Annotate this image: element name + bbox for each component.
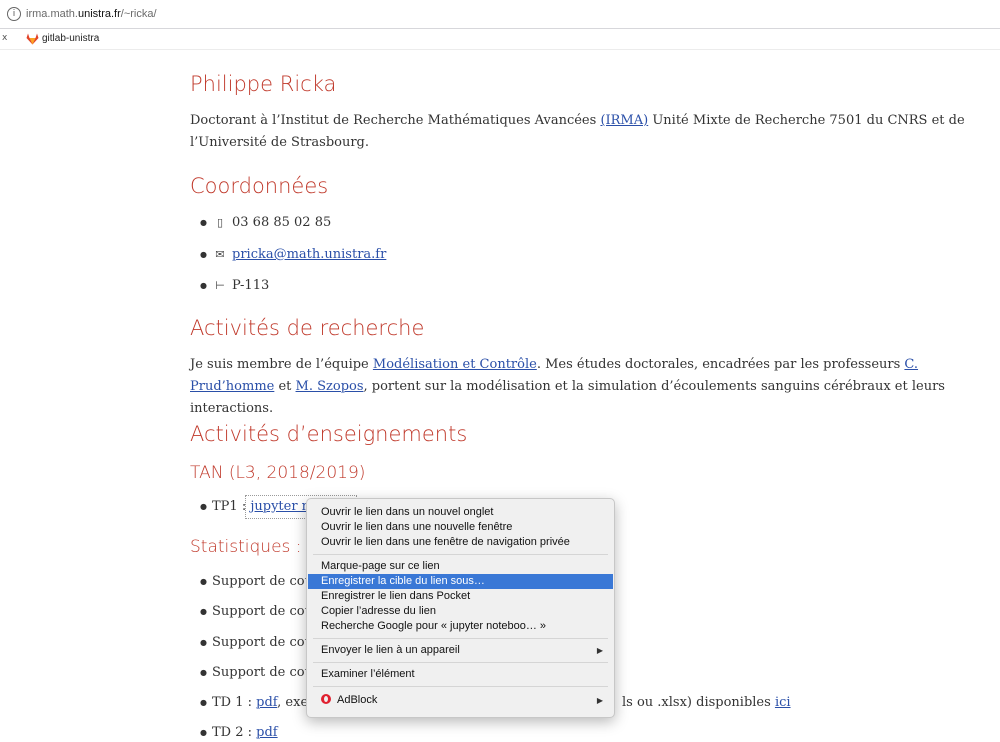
menu-send-to-device[interactable]: Envoyer le lien à un appareil ▶: [308, 643, 613, 658]
support-item: Support de cou: [200, 573, 313, 591]
coordinates-heading: Coordonnées: [190, 174, 329, 198]
menu-open-new-tab[interactable]: Ouvrir le lien dans un nouvel onglet: [308, 505, 613, 520]
td1-tail: ls ou .xlsx) disponibles ici: [622, 695, 791, 710]
menu-separator: [313, 686, 608, 687]
info-icon[interactable]: i: [7, 7, 21, 21]
menu-adblock[interactable]: AdBlock ▶: [308, 693, 613, 708]
support-item: Support de cou: [200, 603, 313, 621]
phone-icon: ▯: [216, 216, 224, 229]
menu-save-link-as[interactable]: Enregistrer la cible du lien sous…: [308, 574, 613, 589]
td2-item: TD 2 : pdf: [200, 724, 278, 742]
bookmarks-bar: x gitlab-unistra: [0, 29, 1000, 50]
support-item: Support de cou: [200, 664, 313, 682]
irma-link[interactable]: (IRMA): [600, 113, 648, 128]
email-link[interactable]: pricka@math.unistra.fr: [232, 247, 386, 262]
team-link[interactable]: Modélisation et Contrôle: [373, 357, 537, 372]
intro-paragraph: Doctorant à l’Institut de Recherche Math…: [190, 113, 965, 150]
td1-item: TD 1 : pdf, exer: [200, 694, 314, 712]
menu-search-google[interactable]: Recherche Google pour « jupyter noteboo……: [308, 619, 613, 634]
td1-pdf-link[interactable]: pdf: [256, 695, 277, 710]
stats-heading: Statistiques : e: [190, 537, 318, 557]
mail-icon: ✉: [215, 248, 225, 261]
menu-bookmark-link[interactable]: Marque-page sur ce lien: [308, 559, 613, 574]
opera-icon: [321, 694, 331, 704]
support-item: Support de cou: [200, 634, 313, 652]
office-item: ⊢P-113: [200, 277, 269, 295]
context-menu: Ouvrir le lien dans un nouvel onglet Ouv…: [306, 498, 615, 718]
gitlab-icon: [26, 33, 39, 45]
research-heading: Activités de recherche: [190, 316, 425, 340]
page-title: Philippe Ricka: [190, 72, 337, 96]
tan-heading: TAN (L3, 2018/2019): [190, 463, 366, 483]
menu-copy-link[interactable]: Copier l’adresse du lien: [308, 604, 613, 619]
bookmark-partial[interactable]: x: [2, 33, 7, 43]
phone-item: ▯03 68 85 02 85: [200, 214, 331, 232]
address-bar[interactable]: i irma.math.unistra.fr/~ricka/: [0, 0, 1000, 29]
menu-separator: [313, 662, 608, 663]
teaching-heading: Activités d’enseignements: [190, 422, 468, 446]
bookmark-gitlab[interactable]: gitlab-unistra: [42, 32, 99, 46]
chevron-right-icon: ▶: [596, 646, 603, 655]
menu-save-to-pocket[interactable]: Enregistrer le lien dans Pocket: [308, 589, 613, 604]
szopos-link[interactable]: M. Szopos: [296, 379, 364, 394]
menu-open-private-window[interactable]: Ouvrir le lien dans une fenêtre de navig…: [308, 535, 613, 550]
menu-separator: [313, 554, 608, 555]
research-paragraph: Je suis membre de l’équipe Modélisation …: [190, 357, 945, 416]
url-text[interactable]: irma.math.unistra.fr/~ricka/: [26, 7, 157, 21]
email-item: ✉ pricka@math.unistra.fr: [200, 246, 386, 264]
td1-ici-link[interactable]: ici: [775, 695, 791, 710]
office-icon: ⊢: [215, 279, 225, 292]
chevron-right-icon: ▶: [596, 696, 603, 705]
menu-separator: [313, 638, 608, 639]
menu-inspect-element[interactable]: Examiner l’élément: [308, 667, 613, 682]
menu-open-new-window[interactable]: Ouvrir le lien dans une nouvelle fenêtre: [308, 520, 613, 535]
